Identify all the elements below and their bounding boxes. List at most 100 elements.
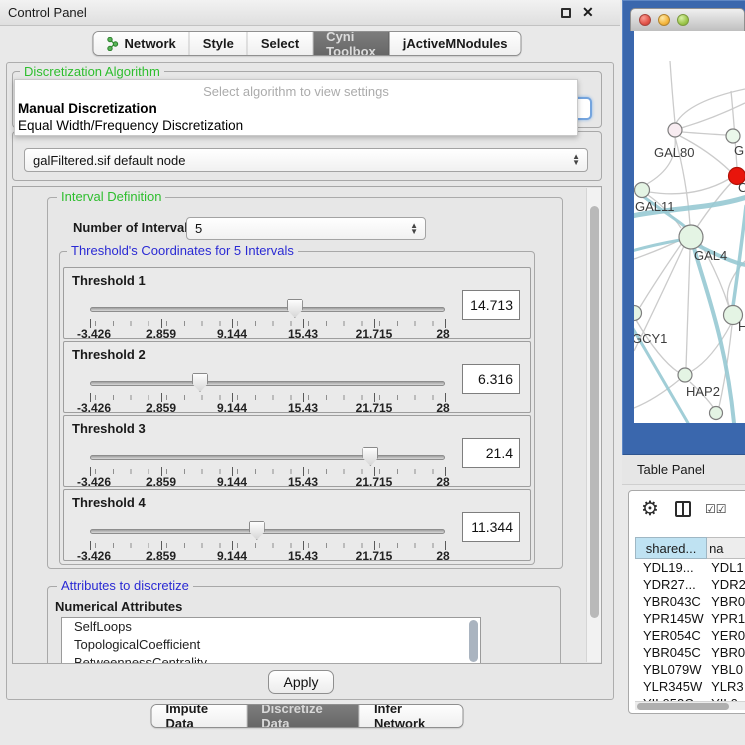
split-columns-icon[interactable] [675, 501, 691, 517]
list-scrollbar[interactable] [469, 620, 478, 662]
table-panel-toolbar: ⚙ ☑☑ [629, 491, 745, 533]
threshold-4-label: Threshold 4 [72, 495, 146, 510]
apply-button[interactable]: Apply [268, 670, 334, 694]
svg-text:G: G [734, 143, 744, 158]
threshold-4-slider-track[interactable] [90, 529, 445, 534]
stepper-icon: ▲▼ [572, 154, 580, 166]
settings-scroll-area: Interval Definition Number of Intervals … [12, 186, 602, 664]
table-row[interactable]: YBR043CYBR0 [635, 593, 745, 610]
node-table: shared... na YDL19...YDL1 YDR27...YDR2 Y… [635, 537, 745, 703]
table-row[interactable]: YDR27...YDR2 [635, 576, 745, 593]
threshold-3-slider-handle[interactable] [362, 447, 378, 466]
threshold-1-block: Threshold 1 -3.426 2.859 9.144 15.43 21.… [63, 267, 531, 339]
interval-definition-title: Interval Definition [57, 190, 165, 204]
table-row[interactable]: YPR145WYPR1 [635, 610, 745, 627]
threshold-3-block: Threshold 3 -3.426 2.859 9.144 15.43 21.… [63, 415, 531, 487]
network-window: GAL80GCGAL11GAL4GCY1HHAP2 [622, 0, 745, 455]
tab-label: Network [124, 36, 175, 51]
scrollbar-thumb[interactable] [637, 703, 729, 710]
svg-text:H: H [738, 319, 745, 334]
screenshot-root: Control Panel ✕ Network Style Select Cyn… [0, 0, 745, 745]
number-of-intervals-label: Number of Intervals [73, 220, 195, 235]
tab-impute-data[interactable]: Impute Data [152, 705, 248, 727]
number-of-intervals-combobox[interactable]: 5 ▲▼ [186, 217, 426, 240]
column-header-name[interactable]: na [707, 537, 745, 559]
threshold-2-label: Threshold 2 [72, 347, 146, 362]
settings-vertical-scrollbar[interactable] [586, 188, 601, 662]
numerical-attributes-label: Numerical Attributes [55, 599, 182, 614]
threshold-2-slider-handle[interactable] [192, 373, 208, 392]
top-tabbar: Network Style Select Cyni Toolbox jActiv… [92, 31, 521, 56]
control-panel: Control Panel ✕ Network Style Select Cyn… [0, 0, 620, 745]
network-graph: GAL80GCGAL11GAL4GCY1HHAP2 [634, 31, 745, 423]
scrollbar-thumb[interactable] [590, 206, 599, 618]
popup-item-equal-width[interactable]: Equal Width/Frequency Discretization [18, 118, 243, 133]
svg-text:GAL4: GAL4 [694, 248, 727, 263]
algorithm-dropdown-popup: Select algorithm to view settings Manual… [14, 79, 578, 136]
network-icon [106, 37, 119, 51]
table-row[interactable]: YBR045CYBR0 [635, 644, 745, 661]
threshold-4-block: Threshold 4 -3.426 2.859 9.144 15.43 21.… [63, 489, 531, 561]
table-data-combobox[interactable]: galFiltered.sif default node ▲▼ [24, 148, 588, 172]
threshold-1-slider-handle[interactable] [287, 299, 303, 318]
svg-text:GCY1: GCY1 [634, 331, 667, 346]
popup-placeholder: Select algorithm to view settings [15, 84, 577, 99]
select-columns-icon[interactable]: ☑☑ [705, 502, 727, 516]
close-traffic-light[interactable] [639, 14, 651, 26]
table-horizontal-scrollbar[interactable] [635, 701, 745, 710]
tab-cyni-toolbox[interactable]: Cyni Toolbox [313, 32, 390, 55]
float-window-icon[interactable] [561, 8, 571, 18]
slider-tick-labels: -3.426 2.859 9.144 15.43 21.715 28 [90, 549, 446, 561]
list-item[interactable]: SelfLoops [62, 618, 480, 636]
threshold-1-label: Threshold 1 [72, 273, 146, 288]
popup-item-manual-discretization[interactable]: Manual Discretization [18, 101, 157, 116]
column-header-shared[interactable]: shared... [635, 537, 707, 559]
gear-icon[interactable]: ⚙ [641, 496, 659, 521]
slider-tick-labels: -3.426 2.859 9.144 15.43 21.715 28 [90, 327, 446, 339]
zoom-traffic-light[interactable] [677, 14, 689, 26]
table-row[interactable]: YDL19...YDL1 [635, 559, 745, 576]
number-of-intervals-value: 5 [195, 221, 202, 236]
list-item[interactable]: BetweennessCentrality [62, 654, 480, 664]
threshold-2-value-field[interactable]: 6.316 [462, 364, 520, 394]
table-panel: ⚙ ☑☑ shared... na YDL19...YDL1 YDR27...Y… [628, 490, 745, 714]
table-data-value: galFiltered.sif default node [33, 153, 185, 168]
svg-text:GAL80: GAL80 [654, 145, 694, 160]
threshold-1-value-field[interactable]: 14.713 [462, 290, 520, 320]
panel-title: Control Panel [8, 0, 87, 26]
network-window-titlebar[interactable] [630, 8, 745, 31]
slider-tick-labels: -3.426 2.859 9.144 15.43 21.715 28 [90, 401, 446, 413]
threshold-4-value-field[interactable]: 11.344 [462, 512, 520, 542]
table-row[interactable]: YLR345WYLR3 [635, 678, 745, 695]
attributes-group-title: Attributes to discretize [57, 579, 193, 593]
tab-discretize-data[interactable]: Discretize Data [247, 705, 360, 727]
bottom-tabbar: Impute Data Discretize Data Infer Networ… [151, 704, 464, 728]
threshold-1-slider-track[interactable] [90, 307, 445, 312]
network-canvas[interactable]: GAL80GCGAL11GAL4GCY1HHAP2 [634, 31, 745, 423]
tab-jactivemnodules[interactable]: jActiveMNodules [390, 32, 521, 55]
list-item[interactable]: TopologicalCoefficient [62, 636, 480, 654]
threshold-2-block: Threshold 2 -3.426 2.859 9.144 15.43 21.… [63, 341, 531, 413]
svg-text:GAL11: GAL11 [635, 199, 675, 214]
table-panel-title: Table Panel [637, 455, 705, 485]
stepper-icon: ▲▼ [410, 223, 418, 235]
threshold-3-label: Threshold 3 [72, 421, 146, 436]
table-row[interactable]: YER054CYER0 [635, 627, 745, 644]
threshold-2-slider-track[interactable] [90, 381, 445, 386]
tab-network[interactable]: Network [93, 32, 189, 55]
svg-text:HAP2: HAP2 [686, 384, 720, 399]
tab-style[interactable]: Style [190, 32, 248, 55]
numerical-attributes-list[interactable]: SelfLoops TopologicalCoefficient Between… [61, 617, 481, 664]
thresholds-group-title: Threshold's Coordinates for 5 Intervals [67, 244, 298, 258]
close-icon[interactable]: ✕ [582, 4, 594, 21]
table-row[interactable]: YBL079WYBL0 [635, 661, 745, 678]
discretization-algorithm-title: Discretization Algorithm [20, 65, 164, 79]
tab-select[interactable]: Select [248, 32, 313, 55]
tab-infer-network[interactable]: Infer Network [360, 705, 463, 727]
threshold-3-slider-track[interactable] [90, 455, 445, 460]
threshold-3-value-field[interactable]: 21.4 [462, 438, 520, 468]
threshold-4-slider-handle[interactable] [249, 521, 265, 540]
minimize-traffic-light[interactable] [658, 14, 670, 26]
table-panel-titlebar: Table Panel [622, 455, 745, 485]
slider-tick-labels: -3.426 2.859 9.144 15.43 21.715 28 [90, 475, 446, 487]
